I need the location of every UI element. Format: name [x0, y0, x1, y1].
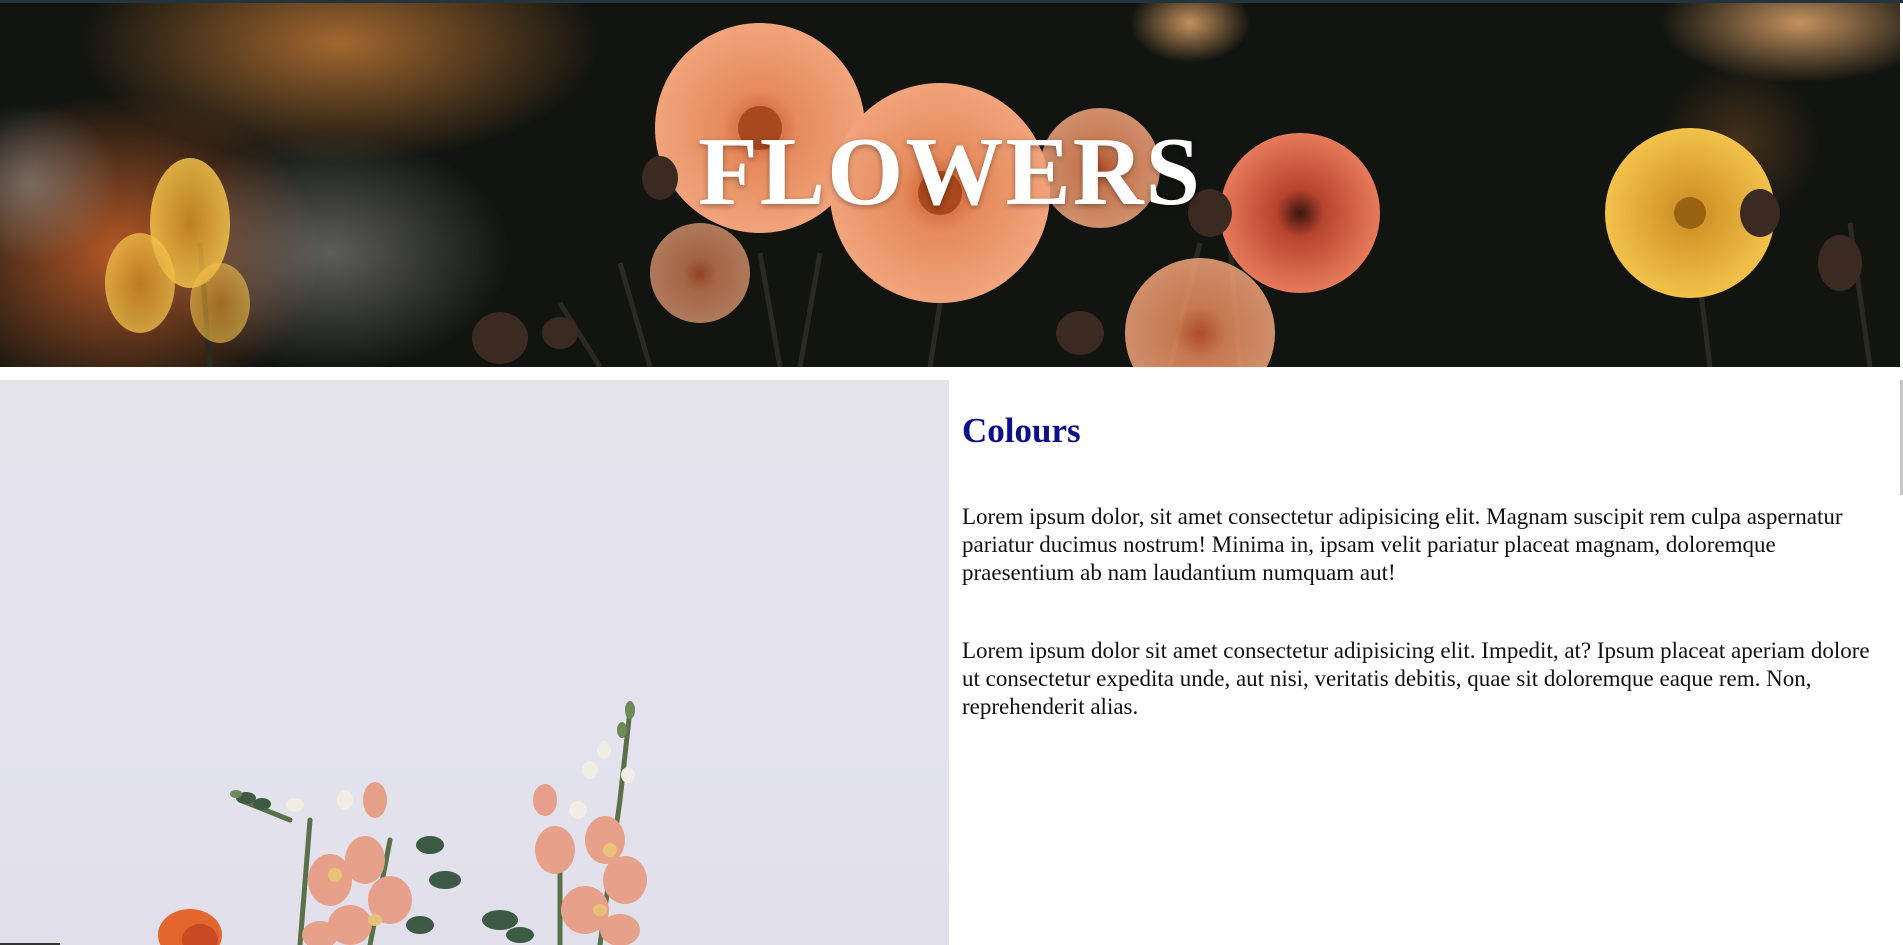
feature-photo	[0, 380, 949, 945]
snapdragon-bouquet-image	[158, 701, 647, 945]
paragraph-2: Lorem ipsum dolor sit amet consectetur a…	[962, 638, 1870, 720]
hero-banner: FLOWERS	[0, 3, 1900, 367]
page: FLOWERS Colours Lorem ipsum dolor, sit a…	[0, 0, 1903, 945]
colours-section: Colours Lorem ipsum dolor, sit amet cons…	[962, 380, 1887, 721]
main-content: Colours Lorem ipsum dolor, sit amet cons…	[0, 380, 1903, 945]
paragraph-1: Lorem ipsum dolor, sit amet consectetur …	[962, 504, 1843, 586]
hero-title: FLOWERS	[697, 118, 1203, 226]
section-heading: Colours	[962, 411, 1081, 450]
